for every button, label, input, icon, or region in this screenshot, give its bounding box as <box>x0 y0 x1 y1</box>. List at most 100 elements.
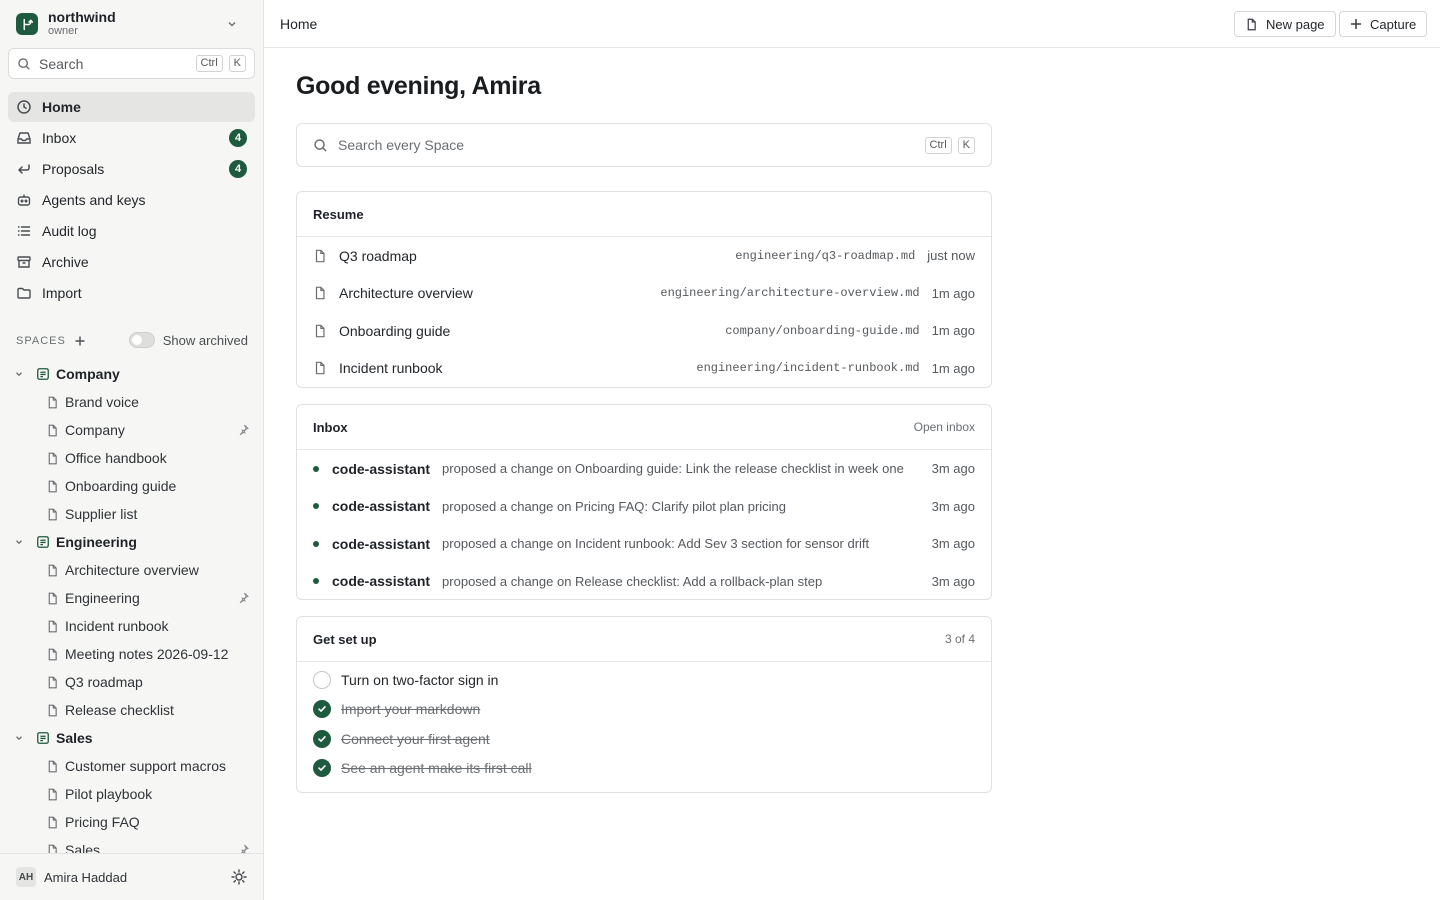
tree-page-label: Supplier list <box>65 506 138 522</box>
inbox-time: 3m ago <box>931 573 975 589</box>
space-sales[interactable]: Sales <box>8 724 255 752</box>
chevron-down-icon[interactable] <box>14 537 26 547</box>
new-page-button[interactable]: New page <box>1234 11 1336 37</box>
list-item[interactable]: Incident runbook engineering/incident-ru… <box>297 350 991 388</box>
sidebar-item-label: Archive <box>42 254 89 270</box>
chevron-down-icon[interactable] <box>14 369 26 379</box>
setup-item-label: Turn on two-factor sign in <box>341 671 499 688</box>
tree-page[interactable]: Pilot playbook <box>8 780 255 808</box>
item-title: Incident runbook <box>339 360 443 377</box>
plus-icon[interactable] <box>74 335 86 347</box>
inbox-actor: code-assistant <box>332 535 431 552</box>
document-icon <box>313 249 327 263</box>
setup-item[interactable]: Connect your first agent <box>297 724 991 754</box>
tree-page[interactable]: Office handbook <box>8 444 255 472</box>
search-placeholder: Search every Space <box>338 137 465 153</box>
chevron-down-icon[interactable] <box>226 18 238 30</box>
sidebar-item-agents[interactable]: Agents and keys <box>8 185 255 215</box>
sidebar-search-placeholder: Search <box>39 55 84 72</box>
inbox-icon <box>16 130 34 146</box>
kbd-k: K <box>228 55 246 72</box>
user-name[interactable]: Amira Haddad <box>44 870 231 885</box>
tree-page-label: Office handbook <box>65 450 167 466</box>
search-input[interactable]: Search every Space Ctrl K <box>296 123 992 167</box>
empty-circle-icon[interactable] <box>313 670 331 689</box>
pin-icon[interactable] <box>238 424 249 435</box>
list-item[interactable]: Architecture overview engineering/archit… <box>297 275 991 313</box>
tree-page[interactable]: Brand voice <box>8 388 255 416</box>
avatar[interactable]: AH <box>16 867 36 887</box>
return-arrow-icon <box>16 161 34 177</box>
inbox-actor: code-assistant <box>332 498 431 515</box>
tree-page[interactable]: Engineering <box>8 584 255 612</box>
capture-button[interactable]: Capture <box>1339 11 1428 37</box>
branch-icon <box>16 13 38 35</box>
list-item[interactable]: Onboarding guide company/onboarding-guid… <box>297 312 991 350</box>
item-path: engineering/incident-runbook.md <box>696 361 920 376</box>
tree-page[interactable]: Customer support macros <box>8 752 255 780</box>
sidebar-item-proposals[interactable]: Proposals 4 <box>8 154 255 184</box>
tree-page-label: Onboarding guide <box>65 478 177 494</box>
tree-page[interactable]: Meeting notes 2026-09-12 <box>8 640 255 668</box>
inbox-count-badge: 4 <box>229 129 247 147</box>
breadcrumb: Home <box>280 15 318 32</box>
workspace-switcher[interactable]: northwind owner <box>16 10 248 38</box>
list-item[interactable]: Q3 roadmap engineering/q3-roadmap.md jus… <box>297 237 991 275</box>
setup-item[interactable]: See an agent make its first call <box>297 754 991 784</box>
inbox-item[interactable]: code-assistant proposed a change on Rele… <box>297 563 991 600</box>
open-inbox-link[interactable]: Open inbox <box>914 420 975 434</box>
sidebar-footer: AH Amira Haddad <box>0 853 263 900</box>
setup-item[interactable]: Import your markdown <box>297 695 991 725</box>
tree-page[interactable]: Onboarding guide <box>8 472 255 500</box>
workspace-name: northwind <box>48 9 116 25</box>
inbox-message: proposed a change on Release checklist: … <box>442 573 823 589</box>
document-icon <box>46 480 59 493</box>
inbox-time: 3m ago <box>931 498 975 514</box>
toggle-switch[interactable] <box>128 332 155 348</box>
sidebar-item-audit-log[interactable]: Audit log <box>8 216 255 246</box>
tree-page-label: Pilot playbook <box>65 786 153 802</box>
tree-page[interactable]: Supplier list <box>8 500 255 528</box>
show-archived-toggle[interactable]: Show archived <box>128 332 248 348</box>
unread-dot <box>313 540 319 547</box>
inbox-item[interactable]: code-assistant proposed a change on Pric… <box>297 488 991 526</box>
kbd-k: K <box>957 136 975 154</box>
sidebar-search[interactable]: Search Ctrl K <box>8 48 255 79</box>
inbox-time: 3m ago <box>931 536 975 552</box>
setup-card: Get set up 3 of 4 Turn on two-factor sig… <box>296 616 992 793</box>
setup-item[interactable]: Turn on two-factor sign in <box>297 665 991 695</box>
chevron-down-icon[interactable] <box>14 733 26 743</box>
tree-page[interactable]: Incident runbook <box>8 612 255 640</box>
inbox-actor: code-assistant <box>332 460 431 477</box>
inbox-item[interactable]: code-assistant proposed a change on Inci… <box>297 525 991 563</box>
document-icon <box>46 648 59 661</box>
item-title: Onboarding guide <box>339 322 451 339</box>
kbd-ctrl: Ctrl <box>924 136 952 154</box>
inbox-time: 3m ago <box>931 461 975 477</box>
tree-page[interactable]: Architecture overview <box>8 556 255 584</box>
tree-page[interactable]: Q3 roadmap <box>8 668 255 696</box>
document-icon <box>46 844 59 853</box>
tree-page[interactable]: Company <box>8 416 255 444</box>
sidebar-item-archive[interactable]: Archive <box>8 247 255 277</box>
space-engineering[interactable]: Engineering <box>8 528 255 556</box>
tree-page[interactable]: Pricing FAQ <box>8 808 255 836</box>
check-circle-icon <box>313 700 331 719</box>
sidebar-item-home[interactable]: Home <box>8 92 255 122</box>
tree-page[interactable]: Sales <box>8 836 255 853</box>
search-icon <box>17 57 31 71</box>
pin-icon[interactable] <box>238 592 249 603</box>
tree-page-label: Engineering <box>65 590 140 606</box>
pin-icon[interactable] <box>238 844 249 853</box>
tree-page-label: Incident runbook <box>65 618 169 634</box>
sun-icon[interactable] <box>231 869 247 885</box>
sidebar-item-label: Proposals <box>42 161 105 177</box>
sidebar-item-import[interactable]: Import <box>8 278 255 308</box>
space-company[interactable]: Company <box>8 360 255 388</box>
inbox-item[interactable]: code-assistant proposed a change on Onbo… <box>297 450 991 488</box>
tree-page[interactable]: Release checklist <box>8 696 255 724</box>
tree-page-label: Architecture overview <box>65 562 199 578</box>
space-name: Engineering <box>56 534 137 550</box>
document-icon <box>46 760 59 773</box>
sidebar-item-inbox[interactable]: Inbox 4 <box>8 123 255 153</box>
